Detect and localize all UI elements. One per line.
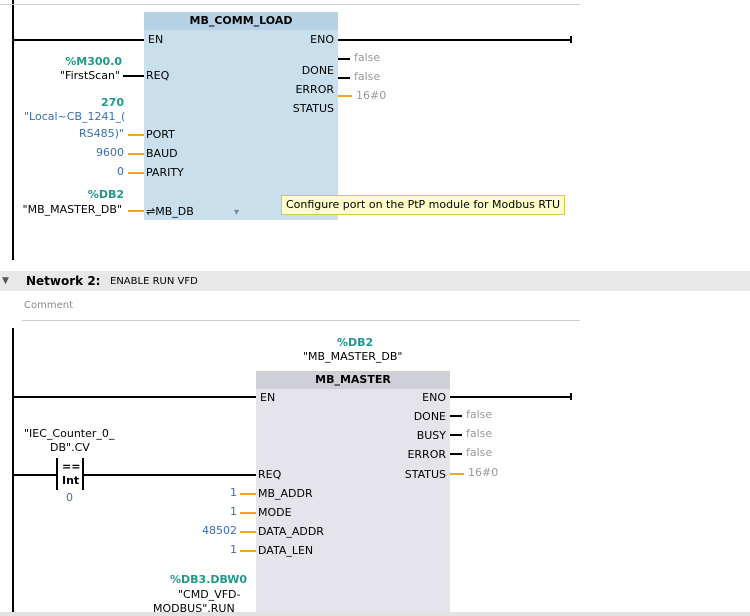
mb-addr-wire — [240, 493, 256, 495]
pin-en: EN — [260, 391, 276, 404]
compare-operand-2[interactable]: DB".CV — [50, 441, 90, 455]
network-2-title[interactable]: ENABLE RUN VFD — [110, 275, 198, 289]
done-wire-2 — [450, 415, 462, 417]
compare-value[interactable]: 0 — [66, 491, 73, 505]
en-wire-2 — [12, 396, 256, 398]
baud-value[interactable]: 9600 — [96, 146, 124, 160]
pin-mb-db: ⇌MB_DB — [146, 205, 194, 218]
done-value-2: false — [466, 408, 493, 421]
pin-error: ERROR — [407, 448, 446, 461]
status-wire — [338, 95, 352, 97]
data-ptr-address[interactable]: %DB3.DBW0 — [170, 573, 247, 587]
pin-baud: BAUD — [146, 147, 178, 160]
status-value: 16#0 — [356, 89, 387, 102]
port-symbol-2[interactable]: RS485)" — [79, 127, 124, 141]
req-symbol[interactable]: "FirstScan" — [60, 69, 120, 83]
eno-wire-2 — [450, 396, 572, 398]
port-symbol-1[interactable]: "Local~CB_1241_( — [24, 110, 125, 124]
comment-field[interactable]: Comment — [24, 299, 73, 313]
pin-req: REQ — [146, 69, 170, 82]
baud-wire — [128, 153, 144, 155]
eno-end-1 — [570, 36, 572, 43]
inout-icon: ⇌ — [146, 205, 156, 218]
pin-mb-addr: MB_ADDR — [258, 487, 313, 500]
collapse-toggle[interactable]: ▾ — [234, 206, 239, 220]
mode-wire — [240, 512, 256, 514]
pin-error: ERROR — [295, 83, 334, 96]
pin-mode: MODE — [258, 506, 292, 519]
pin-data-addr: DATA_ADDR — [258, 525, 324, 538]
parity-value[interactable]: 0 — [117, 165, 124, 179]
pin-status: STATUS — [404, 468, 446, 481]
network-1-top-line — [0, 4, 580, 5]
compare-wire-left — [12, 474, 56, 476]
power-rail-2 — [12, 328, 14, 616]
data-addr-value[interactable]: 48502 — [202, 524, 237, 538]
mb-db-wire — [128, 210, 144, 212]
pin-eno: ENO — [422, 391, 446, 404]
compare-contact[interactable]: == Int — [56, 458, 84, 490]
collapse-network-2[interactable]: ▼ — [2, 274, 9, 288]
done-wire — [338, 58, 350, 60]
mb-addr-value[interactable]: 1 — [230, 486, 237, 500]
busy-value: false — [466, 427, 493, 440]
block-title: MB_MASTER — [256, 371, 450, 389]
compare-wire-right — [84, 474, 256, 476]
pin-done: DONE — [301, 64, 334, 77]
data-len-value[interactable]: 1 — [230, 543, 237, 557]
error-value-2: false — [466, 446, 493, 459]
network-2-header[interactable]: ▼ Network 2: ENABLE RUN VFD — [0, 271, 750, 291]
compare-type: Int — [62, 474, 80, 487]
pin-en: EN — [148, 33, 164, 46]
mb-comm-load-block[interactable]: MB_COMM_LOAD EN REQ PORT BAUD PARITY ⇌MB… — [144, 12, 338, 220]
pin-req: REQ — [258, 468, 282, 481]
mode-value[interactable]: 1 — [230, 505, 237, 519]
block-tooltip: Configure port on the PtP module for Mod… — [281, 195, 566, 215]
en-wire-1 — [12, 39, 144, 41]
chevron-down-icon: ▾ — [234, 207, 240, 218]
mb-db-symbol[interactable]: "MB_MASTER_DB" — [23, 203, 122, 217]
done-value: false — [354, 51, 381, 64]
block-title: MB_COMM_LOAD — [144, 12, 338, 30]
pin-done: DONE — [413, 410, 446, 423]
mb-master-block[interactable]: MB_MASTER EN REQ MB_ADDR MODE DATA_ADDR … — [256, 371, 450, 616]
pin-status: STATUS — [292, 102, 334, 115]
compare-operator: == — [62, 460, 81, 473]
status-value-2: 16#0 — [468, 466, 499, 479]
port-wire — [128, 134, 144, 136]
port-value[interactable]: 270 — [101, 96, 124, 110]
busy-wire — [450, 434, 462, 436]
pin-busy: BUSY — [416, 429, 446, 442]
comment-underline — [22, 320, 580, 321]
pin-eno: ENO — [310, 33, 334, 46]
req-address[interactable]: %M300.0 — [65, 55, 122, 69]
error-wire — [338, 77, 350, 79]
network-2-label: Network 2: — [26, 274, 101, 288]
pin-port: PORT — [146, 128, 175, 141]
compare-operand-1[interactable]: "IEC_Counter_0_ — [24, 427, 114, 441]
data-addr-wire — [240, 531, 256, 533]
horizontal-scrollbar[interactable] — [0, 612, 750, 616]
data-len-wire — [240, 550, 256, 552]
pin-data-len: DATA_LEN — [258, 544, 314, 557]
status-wire-2 — [450, 473, 464, 475]
pin-parity: PARITY — [146, 166, 184, 179]
eno-wire-1 — [338, 39, 572, 41]
instance-address[interactable]: %DB2 — [337, 336, 373, 350]
mb-db-address[interactable]: %DB2 — [88, 188, 124, 202]
error-value: false — [354, 70, 381, 83]
compare-left-bar — [56, 458, 58, 490]
error-wire-2 — [450, 453, 462, 455]
instance-symbol[interactable]: "MB_MASTER_DB" — [303, 350, 402, 364]
data-ptr-symbol-1[interactable]: "CMD_VFD- — [178, 588, 241, 602]
eno-end-2 — [570, 393, 572, 400]
req-wire — [123, 75, 144, 77]
parity-wire — [128, 172, 144, 174]
